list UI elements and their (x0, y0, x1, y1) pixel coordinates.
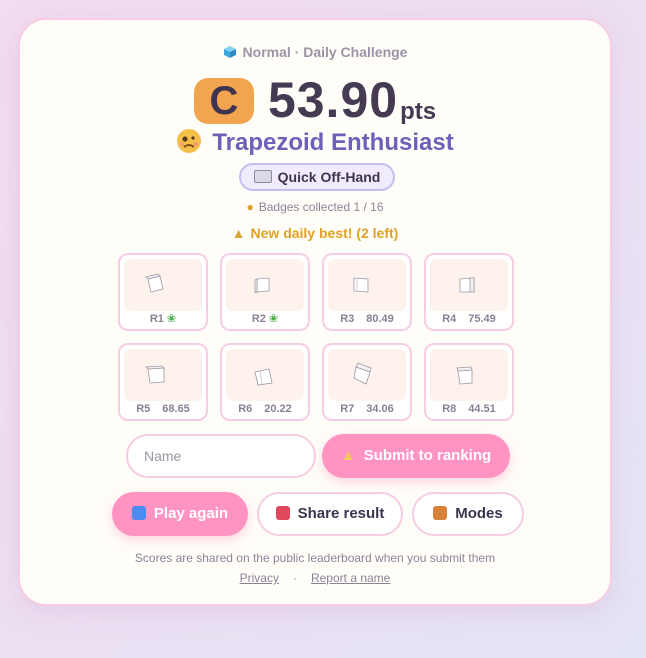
round-tile[interactable]: R8 44.51 (424, 343, 514, 421)
keyboard-icon (253, 170, 272, 183)
round-label: R1 (149, 313, 164, 325)
footer-links: Privacy · Report a name (20, 571, 610, 585)
score-row: C 53.90 pts (20, 68, 610, 128)
new-best-banner: ▲ New daily best! (2 left) (20, 225, 610, 241)
privacy-link[interactable]: Privacy (240, 571, 279, 585)
trophy-icon: ▲ (340, 447, 356, 464)
round-tile[interactable]: R6 20.22 (220, 343, 310, 421)
round-tile[interactable]: R4 75.49 (424, 253, 514, 331)
shape-thumbnail (459, 277, 475, 293)
round-score: 44.51 (468, 403, 496, 415)
round-label: R3 (340, 313, 355, 325)
modes-button[interactable]: Modes (412, 492, 524, 536)
mode-text: Normal · Daily Challenge (242, 44, 408, 60)
play-again-label: Play again (153, 505, 229, 522)
round-label: R2 (251, 313, 266, 325)
mode-label: Normal · Daily Challenge (20, 44, 610, 60)
round-tiles: R1 ❀ R2 ❀ R3 80.49 R4 75.49 R5 68.65 R6 20.22 (118, 253, 516, 423)
round-label: R5 (136, 403, 151, 415)
cube-icon (223, 46, 236, 58)
new-best-text: New daily best! (2 left) (250, 225, 399, 241)
repeat-icon (131, 506, 146, 520)
round-score: 68.65 (162, 403, 190, 415)
shape-thumbnail (254, 368, 273, 386)
round-tile[interactable]: R7 34.06 (322, 343, 412, 421)
round-label: R7 (340, 403, 355, 415)
round-label: R8 (442, 403, 457, 415)
title-text: Trapezoid Enthusiast (212, 129, 454, 156)
report-name-link[interactable]: Report a name (311, 571, 390, 585)
round-tile[interactable]: R2 ❀ (220, 253, 310, 331)
round-tile[interactable]: R3 80.49 (322, 253, 412, 331)
round-score: 34.06 (366, 403, 394, 415)
badges-collected: ● Badges collected 1 / 16 (20, 200, 610, 214)
woozy-face-icon (177, 129, 202, 153)
score-unit: pts (400, 98, 437, 125)
shape-thumbnail (353, 362, 372, 385)
round-score: 80.49 (366, 313, 394, 325)
seedling-icon: ❀ (166, 313, 177, 325)
badge-label: Quick Off-Hand (277, 169, 381, 185)
submit-label: Submit to ranking (363, 447, 492, 464)
shape-thumbnail (145, 365, 165, 384)
leaderboard-note: Scores are shared on the public leaderbo… (134, 551, 496, 565)
badge-pill[interactable]: Quick Off-Hand (239, 163, 395, 191)
play-again-button[interactable]: Play again (112, 492, 248, 536)
share-label: Share result (297, 505, 385, 522)
shape-thumbnail (456, 366, 473, 385)
share-result-button[interactable]: Share result (257, 492, 403, 536)
result-card: Normal · Daily Challenge C 53.90 pts Tra… (18, 18, 612, 606)
round-tile[interactable]: R1 ❀ (118, 253, 208, 331)
round-label: R6 (238, 403, 253, 415)
shape-thumbnail (145, 273, 164, 293)
name-input[interactable] (126, 434, 316, 478)
round-score: 20.22 (264, 403, 292, 415)
badges-collected-text: Badges collected 1 / 16 (258, 200, 384, 214)
player-title: Trapezoid Enthusiast (20, 128, 610, 157)
round-score: 75.49 (468, 313, 496, 325)
modes-label: Modes (455, 505, 503, 522)
shape-thumbnail (254, 277, 270, 294)
masks-icon: ● (246, 200, 254, 214)
postbox-icon (275, 506, 290, 520)
shape-thumbnail (353, 277, 369, 293)
seedling-icon: ❀ (268, 313, 279, 325)
grade-badge: C (193, 78, 254, 124)
trophy-icon: ▲ (231, 225, 246, 241)
house-icon (433, 506, 448, 520)
score-value: 53.90 (267, 72, 399, 128)
submit-ranking-button[interactable]: ▲ Submit to ranking (322, 434, 510, 478)
separator-dot: · (292, 571, 297, 585)
round-label: R4 (442, 313, 457, 325)
round-tile[interactable]: R5 68.65 (118, 343, 208, 421)
